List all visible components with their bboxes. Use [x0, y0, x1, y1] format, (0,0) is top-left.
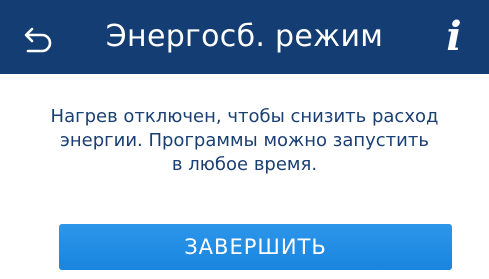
- status-message: Нагрев отключен, чтобы снизить расход эн…: [20, 105, 469, 177]
- message-line: Нагрев отключен, чтобы снизить расход: [50, 106, 439, 127]
- page-title: Энергосб. режим: [105, 19, 384, 54]
- message-line: в любое время.: [171, 154, 318, 175]
- info-button[interactable]: i: [437, 14, 471, 60]
- finish-button[interactable]: ЗАВЕРШИТЬ: [59, 224, 452, 270]
- back-arrow-icon: [20, 17, 60, 57]
- info-icon: i: [446, 13, 462, 60]
- energy-saving-screen: Энергосб. режим i Нагрев отключен, чтобы…: [0, 0, 489, 279]
- header-bar: Энергосб. режим i: [0, 0, 489, 74]
- back-button[interactable]: [20, 17, 60, 57]
- message-line: энергии. Программы можно запустить: [60, 130, 429, 151]
